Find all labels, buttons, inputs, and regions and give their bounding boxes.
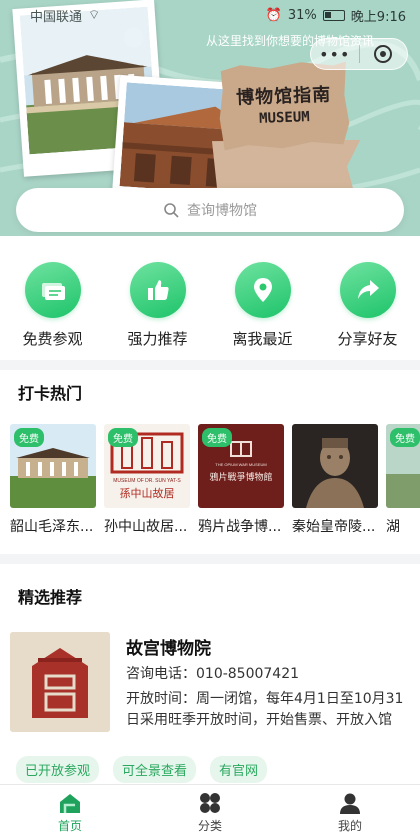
battery-icon bbox=[322, 9, 345, 21]
action-label: 离我最近 bbox=[232, 330, 293, 348]
clock: 晚上9:16 bbox=[350, 9, 406, 25]
action-share[interactable]: 分享好友 bbox=[315, 262, 420, 352]
user-icon bbox=[340, 793, 360, 814]
hot-list: 免费 韶山毛泽东... 免费 MUSEUM OF DR. SUN YAT-S 孫… bbox=[10, 424, 420, 544]
guide-sign-subtitle: MUSEUM bbox=[258, 109, 310, 127]
search-placeholder: 查询博物馆 bbox=[187, 203, 257, 219]
hot-item-image: 免费 THE OPIUM WAR MUSEUM 鴉片戰爭博物館 bbox=[198, 424, 284, 508]
action-nearby[interactable]: 离我最近 bbox=[210, 262, 315, 352]
hot-item[interactable]: 免费 湖 bbox=[386, 424, 420, 544]
tab-label: 分类 bbox=[197, 818, 222, 833]
hours-label: 开放时间： bbox=[126, 691, 196, 707]
hot-section-title: 打卡热门 bbox=[18, 384, 83, 403]
quick-actions: 免费参观 强力推荐 离我最近 分享好友 bbox=[0, 262, 420, 352]
featured-tag: 有官网 bbox=[210, 756, 268, 783]
hero-banner: 中国联通 ⌔ ⏰ 31% 晚上9:16 从这里找到你想要的博物馆资讯 ••• 博… bbox=[0, 0, 420, 236]
hot-item-image: 免费 MUSEUM OF DR. SUN YAT-S 孫中山故居 bbox=[104, 424, 190, 508]
action-free-visit[interactable]: 免费参观 bbox=[0, 262, 105, 352]
hot-item-name: 鸦片战争博... bbox=[198, 519, 282, 535]
action-recommend[interactable]: 强力推荐 bbox=[105, 262, 210, 352]
hot-item-name: 韶山毛泽东... bbox=[10, 519, 94, 535]
hot-item-name: 湖 bbox=[386, 519, 400, 535]
more-icon[interactable]: ••• bbox=[311, 45, 359, 64]
guide-sign: 博物馆指南 MUSEUM bbox=[217, 60, 352, 153]
hot-item[interactable]: 免费 THE OPIUM WAR MUSEUM 鴉片戰爭博物館 鸦片战争博... bbox=[198, 424, 284, 544]
location-pin-icon bbox=[234, 262, 291, 318]
carrier-label: 中国联通 bbox=[30, 9, 83, 25]
section-divider bbox=[0, 360, 420, 370]
status-right: ⏰ 31% 晚上9:16 bbox=[266, 6, 406, 25]
wifi-icon: ⌔ bbox=[88, 8, 101, 23]
hot-item-image bbox=[292, 424, 378, 508]
section-divider bbox=[0, 554, 420, 564]
search-bar[interactable]: 查询博物馆 bbox=[16, 188, 404, 232]
hot-item-image: 免费 bbox=[10, 424, 96, 508]
hot-item-name: 孙中山故居... bbox=[104, 519, 188, 535]
featured-card[interactable]: 故宫博物院 咨询电话：010-85007421 开放时间：周一闭馆，每年4月1日… bbox=[10, 630, 410, 742]
featured-phone-line: 咨询电话：010-85007421 bbox=[126, 664, 299, 685]
alarm-icon: ⏰ bbox=[265, 7, 282, 23]
bottom-tab-bar: 首页 分类 我的 bbox=[0, 784, 420, 840]
featured-name: 故宫博物院 bbox=[126, 639, 211, 659]
tab-home[interactable]: 首页 bbox=[0, 785, 140, 840]
hot-item-image: 免费 bbox=[386, 424, 420, 508]
featured-tags: 已开放参观 可全景查看 有官网 bbox=[16, 756, 268, 783]
featured-hours-line: 开放时间：周一闭馆，每年4月1日至10月31日采用旺季开放时间，开始售票、开放入… bbox=[126, 689, 410, 733]
category-icon bbox=[200, 792, 220, 813]
tab-mine[interactable]: 我的 bbox=[280, 785, 420, 840]
status-bar: 中国联通 ⌔ ⏰ 31% 晚上9:16 bbox=[0, 0, 420, 30]
palace-museum-logo bbox=[10, 632, 110, 732]
opium-caption: THE OPIUM WAR MUSEUM bbox=[215, 462, 266, 467]
featured-tag: 已开放参观 bbox=[16, 756, 100, 783]
sunyatsen-calligraphy: 孫中山故居 bbox=[120, 486, 175, 500]
free-badge: 免费 bbox=[390, 428, 420, 447]
miniprogram-capsule[interactable]: ••• bbox=[310, 38, 408, 70]
tab-category[interactable]: 分类 bbox=[140, 785, 280, 840]
free-badge: 免费 bbox=[14, 428, 44, 447]
free-badge: 免费 bbox=[108, 428, 138, 447]
home-icon bbox=[60, 793, 80, 813]
opium-calligraphy: 鴉片戰爭博物館 bbox=[209, 471, 272, 483]
guide-sign-title: 博物馆指南 bbox=[235, 84, 332, 109]
sunyatsen-caption: MUSEUM OF DR. SUN YAT-S bbox=[113, 478, 181, 484]
tab-label: 首页 bbox=[57, 818, 82, 833]
action-label: 免费参观 bbox=[22, 330, 83, 348]
featured-tag: 可全景查看 bbox=[113, 756, 197, 783]
thumbs-up-icon bbox=[129, 262, 186, 318]
action-label: 分享好友 bbox=[337, 330, 398, 348]
action-label: 强力推荐 bbox=[127, 330, 188, 348]
share-icon bbox=[339, 262, 396, 318]
hot-item[interactable]: 免费 MUSEUM OF DR. SUN YAT-S 孫中山故居 孙中山故居..… bbox=[104, 424, 190, 544]
status-left: 中国联通 ⌔ bbox=[30, 6, 100, 25]
hot-item[interactable]: 免费 韶山毛泽东... bbox=[10, 424, 96, 544]
tab-label: 我的 bbox=[337, 818, 362, 833]
free-badge: 免费 bbox=[202, 428, 232, 447]
search-icon bbox=[164, 203, 179, 218]
phone-number[interactable]: 010-85007421 bbox=[196, 666, 299, 682]
hot-item-name: 秦始皇帝陵... bbox=[292, 519, 376, 535]
featured-section-title: 精选推荐 bbox=[18, 588, 83, 607]
hot-item[interactable]: 秦始皇帝陵... bbox=[292, 424, 378, 544]
battery-percent: 31% bbox=[287, 7, 317, 23]
close-miniprogram-icon[interactable] bbox=[360, 45, 408, 63]
phone-label: 咨询电话： bbox=[126, 666, 196, 682]
ticket-icon bbox=[24, 262, 81, 318]
